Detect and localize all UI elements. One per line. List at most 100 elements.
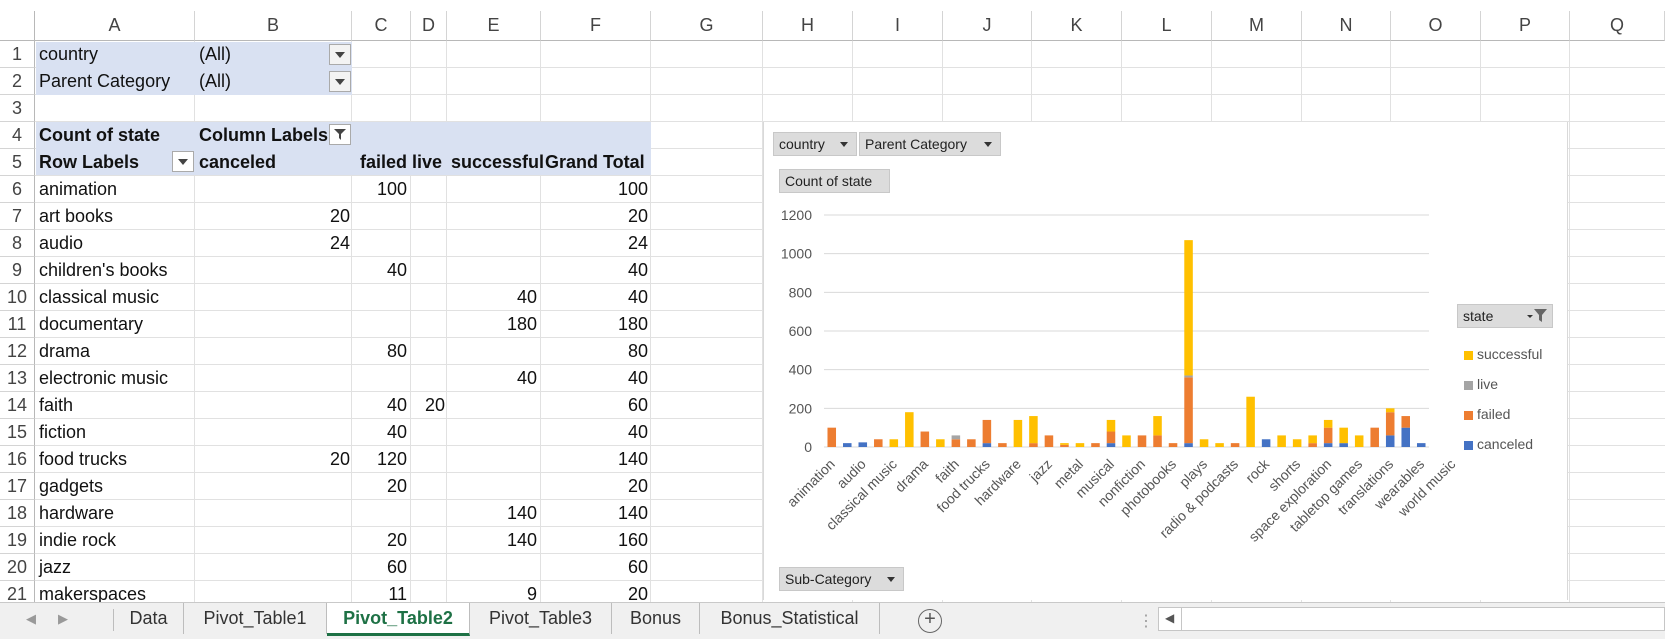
pivot-cell-failed[interactable]: [352, 230, 407, 257]
bar-successful[interactable]: [1354, 435, 1364, 447]
pivot-cell-label[interactable]: electronic music: [39, 365, 189, 392]
pivot-cell-failed[interactable]: [352, 365, 407, 392]
bar-failed[interactable]: [998, 443, 1007, 447]
row-header-8[interactable]: 8: [0, 230, 35, 257]
pivot-cell-label[interactable]: art books: [39, 203, 189, 230]
pivot-cell-canceled[interactable]: [195, 392, 350, 419]
pivot-cell-label[interactable]: food trucks: [39, 446, 189, 473]
pivot-cell-live[interactable]: [411, 176, 445, 203]
pivot-cell-total[interactable]: 20: [541, 581, 648, 602]
pivot-cell-failed[interactable]: [352, 203, 407, 230]
select-all-corner[interactable]: [0, 11, 35, 41]
bar-failed[interactable]: [1230, 443, 1240, 447]
pivot-cell-canceled[interactable]: 20: [195, 446, 350, 473]
bar-successful[interactable]: [1122, 435, 1131, 447]
column-header-L[interactable]: L: [1122, 11, 1212, 41]
bar-failed[interactable]: [1385, 412, 1395, 436]
row-header-15[interactable]: 15: [0, 419, 35, 446]
row-header-4[interactable]: 4: [0, 122, 35, 149]
bar-failed[interactable]: [1137, 435, 1147, 447]
pivot-cell-live[interactable]: [411, 473, 445, 500]
pivot-cell-successful[interactable]: [447, 176, 537, 203]
pivot-cell-label[interactable]: documentary: [39, 311, 189, 338]
pivot-cell-successful[interactable]: 9: [447, 581, 537, 602]
pivot-chart[interactable]: country Parent Category Count of state S…: [763, 122, 1568, 600]
tab-scroll-left-icon[interactable]: ◀: [26, 611, 36, 627]
pivot-cell-canceled[interactable]: [195, 527, 350, 554]
pivot-cell-total[interactable]: 100: [541, 176, 648, 203]
row-header-9[interactable]: 9: [0, 257, 35, 284]
bar-canceled[interactable]: [1261, 439, 1271, 447]
pivot-cell-total[interactable]: 80: [541, 338, 648, 365]
pivot-cell-failed[interactable]: [352, 500, 407, 527]
bar-failed[interactable]: [1091, 443, 1100, 447]
pivot-cell-live[interactable]: [411, 284, 445, 311]
pivot-cell-total[interactable]: 20: [541, 203, 648, 230]
row-header-14[interactable]: 14: [0, 392, 35, 419]
pivot-cell-canceled[interactable]: [195, 500, 350, 527]
bar-successful[interactable]: [1215, 443, 1224, 447]
pivot-cell-successful[interactable]: [447, 446, 537, 473]
bar-successful[interactable]: [1029, 416, 1038, 444]
bar-failed[interactable]: [874, 439, 883, 447]
horizontal-scrollbar[interactable]: ◀: [1158, 607, 1665, 631]
pivot-cell-total[interactable]: 140: [541, 446, 648, 473]
pivot-cell-failed[interactable]: 100: [352, 176, 407, 203]
tab-scroll-right-icon[interactable]: ▶: [58, 611, 68, 627]
sheet-tab-data[interactable]: Data: [114, 603, 184, 634]
bar-successful[interactable]: [1292, 439, 1302, 447]
bar-failed[interactable]: [1323, 427, 1333, 444]
pivot-cell-successful[interactable]: [447, 338, 537, 365]
pivot-cell-failed[interactable]: 60: [352, 554, 407, 581]
bar-successful[interactable]: [1153, 416, 1162, 436]
bar-successful[interactable]: [1385, 408, 1395, 413]
row-header-16[interactable]: 16: [0, 446, 35, 473]
bar-canceled[interactable]: [1339, 443, 1348, 447]
legend-label-failed[interactable]: failed: [1477, 404, 1510, 424]
bar-failed[interactable]: [1168, 443, 1178, 447]
pivot-cell-live[interactable]: [411, 365, 445, 392]
row-header-21[interactable]: 21: [0, 581, 35, 602]
legend-filter-button[interactable]: state: [1457, 304, 1553, 328]
column-header-I[interactable]: I: [853, 11, 943, 41]
bar-canceled[interactable]: [843, 443, 852, 447]
pivot-cell-successful[interactable]: 140: [447, 527, 537, 554]
pivot-cell-canceled[interactable]: [195, 257, 350, 284]
pivot-cell-failed[interactable]: [352, 311, 407, 338]
pivot-cell-total[interactable]: 140: [541, 500, 648, 527]
pivot-cell-successful[interactable]: [447, 419, 537, 446]
pivot-cell-successful[interactable]: [447, 230, 537, 257]
pivot-cell-total[interactable]: 40: [541, 257, 648, 284]
pivot-cell-live[interactable]: [411, 527, 445, 554]
pivot-cell-successful[interactable]: 40: [447, 284, 537, 311]
bar-failed[interactable]: [827, 427, 837, 447]
pivot-cell-live[interactable]: [411, 311, 445, 338]
pivot-cell-label[interactable]: gadgets: [39, 473, 189, 500]
row-header-13[interactable]: 13: [0, 365, 35, 392]
bar-live[interactable]: [951, 435, 961, 440]
filter-value-country[interactable]: (All): [199, 41, 231, 68]
bar-canceled[interactable]: [1385, 435, 1395, 447]
pivot-cell-canceled[interactable]: [195, 311, 350, 338]
row-header-3[interactable]: 3: [0, 95, 35, 122]
pivot-cell-failed[interactable]: 20: [352, 527, 407, 554]
pivot-cell-failed[interactable]: 40: [352, 257, 407, 284]
row-header-17[interactable]: 17: [0, 473, 35, 500]
bar-successful[interactable]: [1277, 435, 1286, 447]
legend-label-live[interactable]: live: [1477, 374, 1498, 394]
column-header-K[interactable]: K: [1032, 11, 1122, 41]
pivot-cell-failed[interactable]: 40: [352, 392, 407, 419]
column-header-E[interactable]: E: [447, 11, 541, 41]
pivot-cell-live[interactable]: [411, 554, 445, 581]
add-sheet-button[interactable]: +: [918, 609, 942, 633]
bar-successful[interactable]: [1199, 439, 1209, 447]
pivot-cell-live[interactable]: 20: [411, 392, 445, 419]
pivot-cell-live[interactable]: [411, 500, 445, 527]
pivot-cell-label[interactable]: indie rock: [39, 527, 189, 554]
legend-label-canceled[interactable]: canceled: [1477, 434, 1533, 454]
sheet-tab-bonus[interactable]: Bonus: [612, 603, 700, 634]
row-header-5[interactable]: 5: [0, 149, 35, 176]
sheet-tab-bonus_statistical[interactable]: Bonus_Statistical: [700, 603, 880, 634]
pivot-cell-total[interactable]: 160: [541, 527, 648, 554]
pivot-cell-label[interactable]: makerspaces: [39, 581, 189, 602]
